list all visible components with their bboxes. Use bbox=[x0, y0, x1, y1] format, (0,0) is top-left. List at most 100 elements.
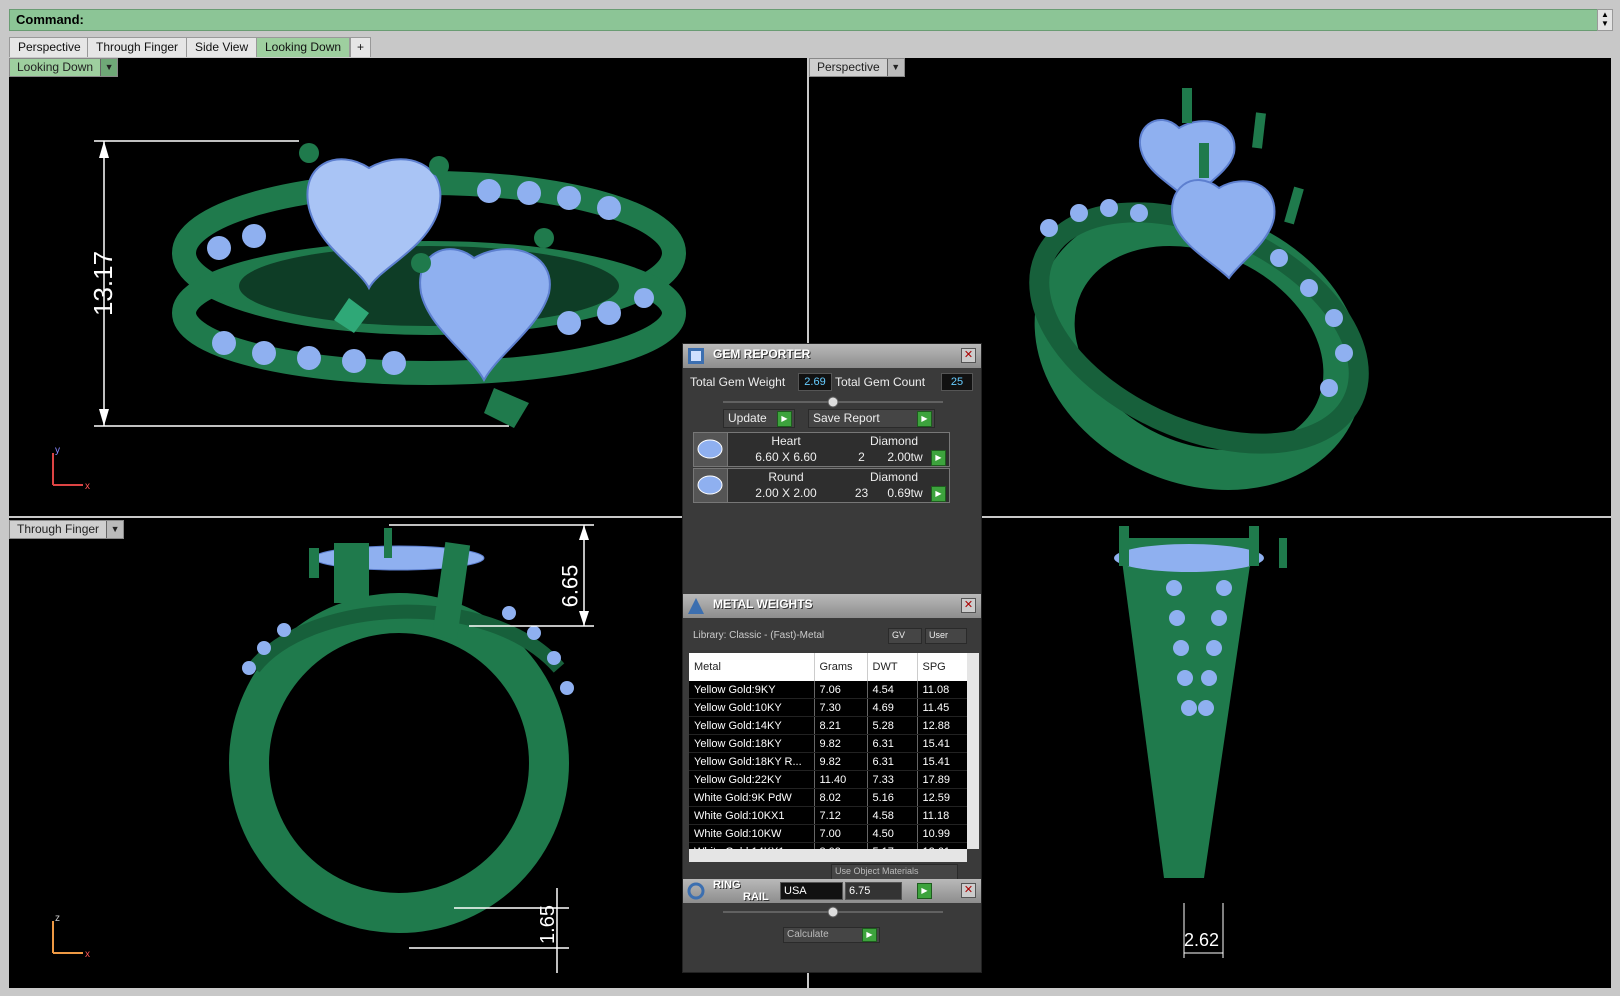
table-row[interactable]: Yellow Gold:10KY 7.30 4.69 11.45 bbox=[689, 698, 967, 717]
table-row[interactable]: Yellow Gold:14KY 8.21 5.28 12.88 bbox=[689, 716, 967, 735]
use-object-materials-checkbox[interactable]: Use Object Materials bbox=[831, 864, 958, 880]
tab-perspective[interactable]: Perspective bbox=[9, 37, 90, 57]
viewport-label-perspective[interactable]: Perspective ▼ bbox=[809, 58, 905, 77]
metal-weights-header: METAL WEIGHTS ✕ bbox=[683, 594, 981, 618]
ring-size-select[interactable]: 6.75 bbox=[845, 882, 902, 900]
splitter-handle[interactable] bbox=[723, 396, 943, 408]
close-icon[interactable]: ✕ bbox=[961, 598, 976, 613]
dimension-height: 13.17 bbox=[88, 250, 119, 317]
table-cell: 9.82 bbox=[814, 734, 868, 753]
calculate-button[interactable]: Calculate ▶ bbox=[783, 927, 880, 943]
column-header[interactable]: Metal bbox=[689, 653, 815, 681]
table-row[interactable]: Yellow Gold:9KY 7.06 4.54 11.08 bbox=[689, 681, 967, 699]
chevron-down-icon[interactable]: ▼ bbox=[100, 59, 118, 76]
gem-row-round[interactable]: Round 2.00 X 2.00 Diamond 23 0.69tw ▶ bbox=[693, 468, 950, 503]
column-header[interactable]: DWT bbox=[867, 653, 918, 681]
update-button[interactable]: Update ▶ bbox=[723, 409, 795, 428]
dimension-head-height: 6.65 bbox=[557, 564, 583, 608]
table-cell: 15.41 bbox=[917, 752, 967, 771]
viewport-label-through-finger[interactable]: Through Finger ▼ bbox=[9, 520, 125, 539]
add-tab-button[interactable]: + bbox=[350, 37, 372, 57]
table-cell: 7.00 bbox=[814, 824, 868, 843]
table-cell: 11.08 bbox=[917, 681, 967, 699]
gv-label: GV bbox=[892, 630, 906, 640]
table-cell: 5.16 bbox=[867, 788, 918, 807]
axis-x-label: x bbox=[85, 481, 90, 492]
close-icon[interactable]: ✕ bbox=[961, 348, 976, 363]
user-toggle[interactable]: User bbox=[925, 628, 967, 644]
viewport-label-looking-down[interactable]: Looking Down ▼ bbox=[9, 58, 119, 77]
command-scroll[interactable]: ▲ ▼ bbox=[1597, 9, 1613, 31]
table-row[interactable]: Yellow Gold:22KY 11.40 7.33 17.89 bbox=[689, 770, 967, 789]
play-icon[interactable]: ▶ bbox=[931, 486, 946, 502]
calculate-label: Calculate bbox=[787, 929, 829, 940]
save-report-button[interactable]: Save Report ▶ bbox=[808, 409, 935, 428]
user-label: User bbox=[929, 630, 949, 640]
tab-through-finger[interactable]: Through Finger bbox=[87, 37, 188, 57]
total-gem-weight-label: Total Gem Weight bbox=[690, 375, 786, 389]
table-cell: 8.21 bbox=[814, 716, 868, 735]
axis-z-label: z bbox=[55, 913, 60, 924]
metal-weights-table[interactable]: Metal Grams DWT SPG Yellow Gold:9KY 7.06 4… bbox=[689, 653, 967, 849]
table-cell: 4.54 bbox=[867, 681, 918, 699]
gem-count: 2 bbox=[858, 450, 865, 464]
dimension-shank-thickness: 1.65 bbox=[536, 905, 559, 944]
gem-reporter-icon bbox=[688, 348, 704, 364]
table-cell: 8.02 bbox=[814, 788, 868, 807]
chevron-down-icon[interactable]: ▼ bbox=[106, 521, 124, 538]
tab-side-view[interactable]: Side View bbox=[186, 37, 258, 57]
gem-shape: Round bbox=[768, 470, 804, 484]
table-cell: Yellow Gold:10KY bbox=[689, 698, 815, 717]
tab-looking-down[interactable]: Looking Down bbox=[256, 37, 351, 57]
table-cell: 7.12 bbox=[814, 806, 868, 825]
heart-gem-icon bbox=[694, 433, 728, 466]
table-cell: White Gold:10KW bbox=[689, 824, 815, 843]
ring-rail-title-line2: RAIL bbox=[743, 891, 769, 903]
close-icon[interactable]: ✕ bbox=[961, 883, 976, 898]
ring-rail-header: RING RAIL USA 6.75 ▶ ✕ bbox=[683, 879, 981, 903]
table-cell: Yellow Gold:18KY R... bbox=[689, 752, 815, 771]
axis-gizmo: z x bbox=[52, 913, 90, 960]
gem-size: 2.00 X 2.00 bbox=[755, 486, 817, 500]
gem-material: Diamond bbox=[869, 434, 919, 448]
table-row[interactable]: White Gold:10KX1 7.12 4.58 11.18 bbox=[689, 806, 967, 825]
table-row[interactable]: White Gold:9K PdW 8.02 5.16 12.59 bbox=[689, 788, 967, 807]
splitter-handle[interactable] bbox=[723, 906, 943, 918]
table-cell: 7.06 bbox=[814, 681, 868, 699]
gem-weight: 0.69tw bbox=[887, 486, 923, 500]
gem-shape: Heart bbox=[771, 434, 801, 448]
total-gem-count-label: Total Gem Count bbox=[835, 375, 926, 389]
dimension-shank-width: 2.62 bbox=[1184, 930, 1220, 950]
axis-x-label: x bbox=[85, 949, 90, 960]
table-cell: 15.41 bbox=[917, 734, 967, 753]
table-row[interactable]: Yellow Gold:18KY 9.82 6.31 15.41 bbox=[689, 734, 967, 753]
table-cell: 6.31 bbox=[867, 752, 918, 771]
command-label: Command: bbox=[16, 12, 84, 27]
table-cell: 5.28 bbox=[867, 716, 918, 735]
country-select[interactable]: USA bbox=[780, 882, 843, 900]
metal-weights-icon bbox=[688, 598, 704, 614]
gem-row-heart[interactable]: Heart 6.60 X 6.60 Diamond 2 2.00tw ▶ bbox=[693, 432, 950, 467]
horizontal-scrollbar[interactable] bbox=[689, 849, 967, 862]
save-report-label: Save Report bbox=[813, 411, 880, 425]
metal-weights-title: METAL WEIGHTS bbox=[713, 597, 813, 611]
command-bar[interactable]: Command: bbox=[9, 9, 1598, 31]
table-cell: White Gold:10KX1 bbox=[689, 806, 815, 825]
column-header[interactable]: Grams bbox=[814, 653, 868, 681]
column-header[interactable]: SPG bbox=[917, 653, 967, 681]
use-object-materials-label: Use Object Materials bbox=[835, 866, 919, 876]
table-cell: 11.18 bbox=[917, 806, 967, 825]
table-cell: 9.82 bbox=[814, 752, 868, 771]
play-icon[interactable]: ▶ bbox=[931, 450, 946, 466]
table-row[interactable]: White Gold:10KW 7.00 4.50 10.99 bbox=[689, 824, 967, 843]
vertical-scrollbar[interactable] bbox=[967, 653, 979, 849]
table-cell: 12.59 bbox=[917, 788, 967, 807]
viewport-label-text: Through Finger bbox=[17, 522, 100, 536]
table-cell: White Gold:9K PdW bbox=[689, 788, 815, 807]
gv-toggle[interactable]: GV bbox=[888, 628, 922, 644]
table-cell: Yellow Gold:14KY bbox=[689, 716, 815, 735]
play-icon: ▶ bbox=[777, 411, 792, 427]
table-row[interactable]: Yellow Gold:18KY R... 9.82 6.31 15.41 bbox=[689, 752, 967, 771]
chevron-down-icon[interactable]: ▼ bbox=[886, 59, 904, 76]
play-icon[interactable]: ▶ bbox=[917, 883, 932, 899]
